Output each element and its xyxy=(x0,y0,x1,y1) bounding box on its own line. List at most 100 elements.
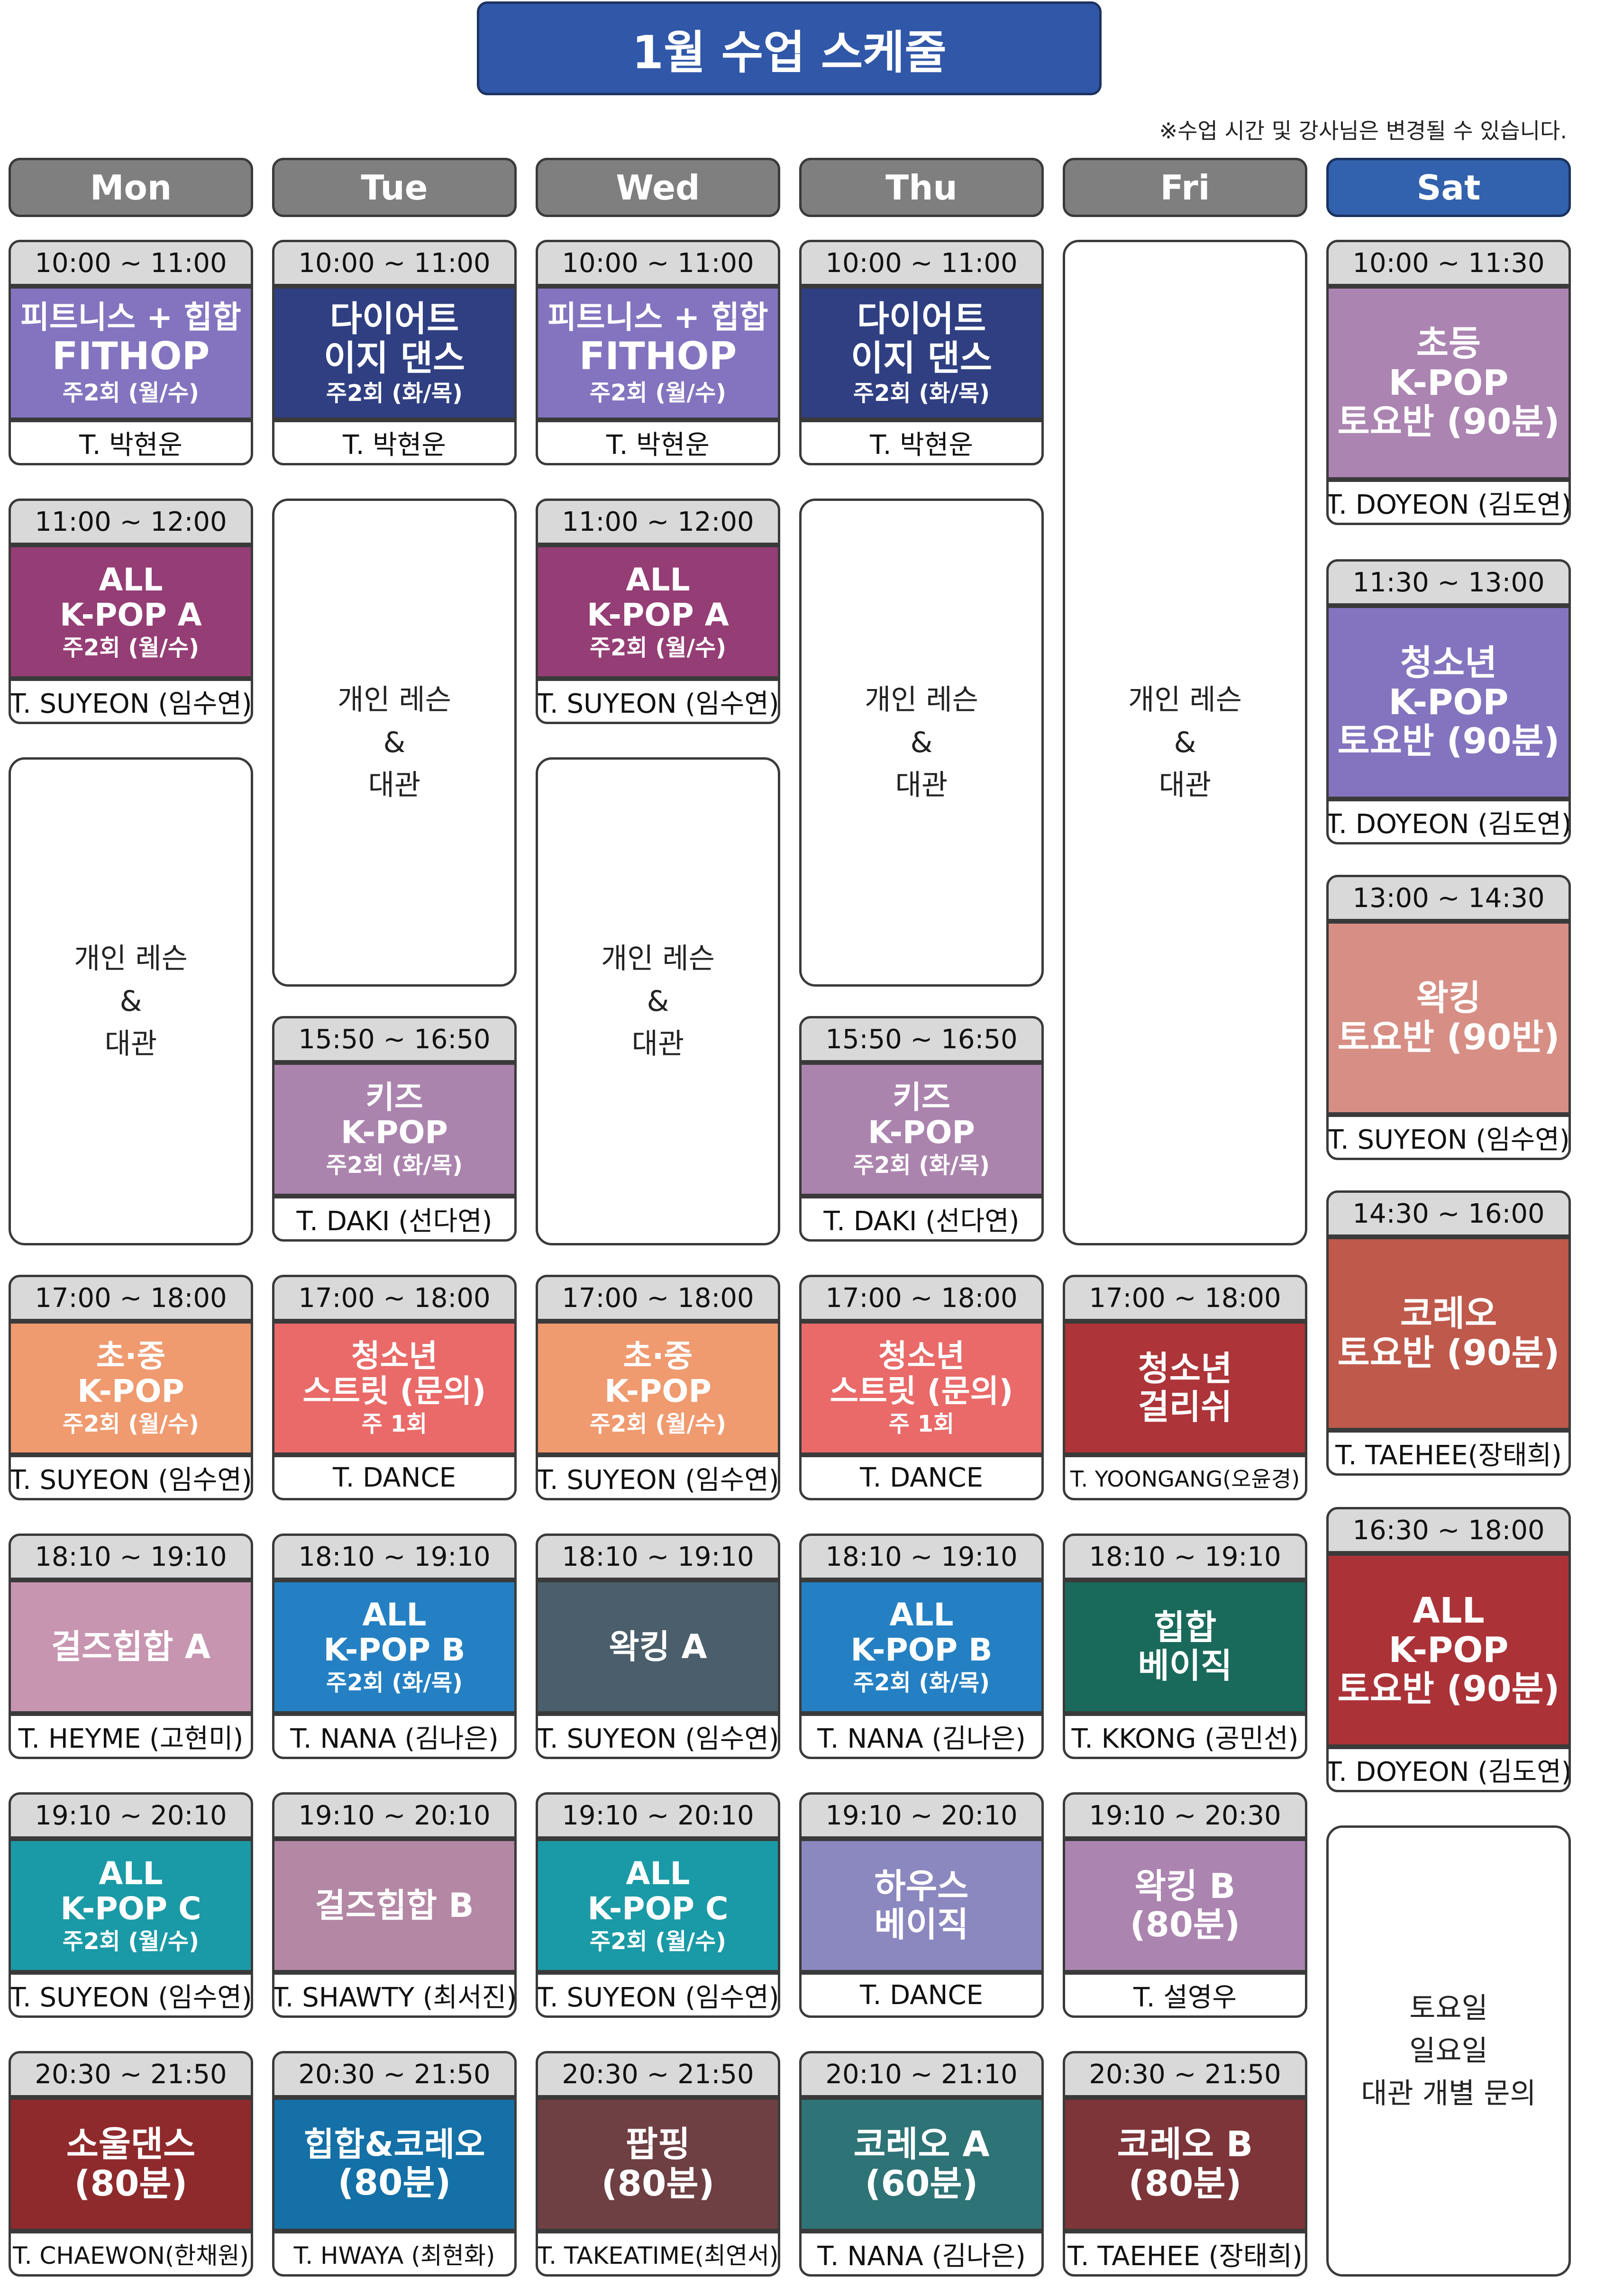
private-lesson-block: 개인 레슨 & 대관 xyxy=(536,757,780,1245)
day-header-mon: Mon xyxy=(9,158,253,217)
class-line: 하우스 xyxy=(874,1866,969,1906)
class-frequency: 주2회 (월/수) xyxy=(62,635,200,662)
class-block-fithop: 피트니스 + 힙합 FITHOP 주2회 (월/수) xyxy=(536,286,780,420)
teacher-label: T. SUYEON (임수연) xyxy=(1326,1115,1571,1160)
class-block-kpop-junior: 초·중 K-POP 주2회 (월/수) xyxy=(536,1321,780,1455)
time-slot: 18:10 ~ 19:10 xyxy=(536,1534,780,1580)
class-block-diet-easy-dance: 다이어트 이지 댄스 주2회 (화/목) xyxy=(272,286,517,420)
time-slot: 20:10 ~ 21:10 xyxy=(799,2051,1044,2097)
class-line: (80분) xyxy=(1130,1905,1240,1944)
class-block-waacking-b: 왁킹 B (80분) xyxy=(1063,1839,1307,1972)
free-line: & xyxy=(383,726,406,759)
time-slot: 17:00 ~ 18:00 xyxy=(9,1275,253,1321)
class-block-kids-kpop: 키즈 K-POP 주2회 (화/목) xyxy=(799,1062,1044,1196)
class-line: K-POP xyxy=(341,1114,448,1151)
teacher-label: T. 박현운 xyxy=(9,420,253,465)
class-line: (80분) xyxy=(74,2163,188,2204)
time-slot: 17:00 ~ 18:00 xyxy=(536,1275,780,1321)
teacher-label: T. DANCE xyxy=(272,1455,517,1500)
class-line: 토요반 (90분) xyxy=(1337,401,1560,443)
time-slot: 15:50 ~ 16:50 xyxy=(272,1016,517,1062)
day-header-tue: Tue xyxy=(272,158,517,217)
class-frequency: 주2회 (화/목) xyxy=(326,1152,463,1179)
class-line: 청소년 xyxy=(351,1338,438,1375)
class-line: 베이직 xyxy=(874,1905,969,1944)
class-line: 이지 댄스 xyxy=(850,338,993,379)
time-slot: 10:00 ~ 11:00 xyxy=(272,240,517,286)
time-slot: 17:00 ~ 18:00 xyxy=(1063,1275,1307,1321)
class-line: 코레오 xyxy=(1400,1293,1497,1334)
free-line: 개인 레슨 xyxy=(337,683,451,717)
time-slot: 11:00 ~ 12:00 xyxy=(536,499,780,545)
class-line: K-POP A xyxy=(587,597,729,634)
private-lesson-block: 개인 레슨 & 대관 xyxy=(272,499,517,987)
class-line: ALL xyxy=(362,1597,427,1634)
teacher-label: T. DOYEON (김도연) xyxy=(1326,799,1571,844)
class-line: FITHOP xyxy=(579,334,737,379)
time-slot: 11:30 ~ 13:00 xyxy=(1326,559,1571,606)
free-line: 대관 개별 문의 xyxy=(1361,2077,1536,2110)
class-line: K-POP B xyxy=(323,1632,465,1669)
free-line: 대관 xyxy=(368,769,421,802)
class-block-kpop-c: ALL K-POP C 주2회 (월/수) xyxy=(9,1839,253,1972)
free-line: & xyxy=(119,985,142,1018)
teacher-label: T. 설영우 xyxy=(1063,1972,1307,2018)
free-line: & xyxy=(647,985,669,1018)
teacher-label: T. SUYEON (임수연) xyxy=(9,1455,253,1500)
class-line: K-POP B xyxy=(850,1632,993,1669)
teacher-label: T. DAKI (선다연) xyxy=(272,1196,517,1242)
class-line: 걸즈힙합 B xyxy=(315,1886,474,1925)
class-line: 왁킹 xyxy=(1416,978,1481,1019)
class-block-waacking-sat: 왁킹 토요반 (90반) xyxy=(1326,921,1571,1115)
class-block-diet-easy-dance: 다이어트 이지 댄스 주2회 (화/목) xyxy=(799,286,1044,420)
class-frequency: 주2회 (월/수) xyxy=(589,1411,727,1438)
class-line: ALL xyxy=(626,1855,690,1892)
class-line: (60분) xyxy=(865,2163,978,2204)
class-line: ALL xyxy=(626,562,690,599)
class-block-youth-kpop: 청소년 K-POP 토요반 (90분) xyxy=(1326,606,1571,799)
class-line: (80분) xyxy=(1128,2163,1242,2204)
class-block-hiphop-basic: 힙합 베이직 xyxy=(1063,1580,1307,1714)
class-frequency: 주2회 (월/수) xyxy=(62,1928,200,1955)
class-line: 코레오 A xyxy=(853,2124,990,2165)
time-slot: 16:30 ~ 18:00 xyxy=(1326,1507,1571,1553)
class-line: 초·중 xyxy=(96,1338,166,1375)
teacher-label: T. NANA (김나은) xyxy=(272,1714,517,1759)
free-line: 대관 xyxy=(631,1027,684,1061)
teacher-label: T. SUYEON (임수연) xyxy=(536,1972,780,2018)
class-block-kpop-a: ALL K-POP A 주2회 (월/수) xyxy=(9,545,253,679)
schedule-note: ※수업 시간 및 강사님은 변경될 수 있습니다. xyxy=(1159,118,1567,144)
time-slot: 10:00 ~ 11:00 xyxy=(536,240,780,286)
class-line: 토요반 (90분) xyxy=(1337,721,1560,762)
class-line: K-POP xyxy=(604,1373,711,1410)
class-line: 토요반 (90반) xyxy=(1337,1017,1560,1058)
teacher-label: T. DOYEON (김도연) xyxy=(1326,480,1571,525)
class-line: 이지 댄스 xyxy=(323,338,465,379)
time-slot: 18:10 ~ 19:10 xyxy=(799,1534,1044,1580)
class-line: 키즈 xyxy=(365,1079,423,1116)
class-line: ALL xyxy=(99,562,163,599)
teacher-label: T. CHAEWON(한채원) xyxy=(9,2231,253,2277)
free-line: 개인 레슨 xyxy=(865,683,978,717)
free-line: 일요일 xyxy=(1409,2034,1488,2068)
class-line: K-POP xyxy=(1388,681,1509,723)
class-line: 다이어트 xyxy=(329,299,459,340)
free-line: 개인 레슨 xyxy=(601,942,715,975)
class-frequency: 주2회 (월/수) xyxy=(589,379,727,406)
class-block-kpop-a: ALL K-POP A 주2회 (월/수) xyxy=(536,545,780,679)
free-line: 대관 xyxy=(895,769,948,802)
time-slot: 20:30 ~ 21:50 xyxy=(1063,2051,1307,2097)
class-line: 초·중 xyxy=(623,1338,693,1375)
teacher-label: T. SUYEON (임수연) xyxy=(9,1972,253,2018)
class-line: (80분) xyxy=(601,2163,715,2204)
teacher-label: T. SHAWTY (최서진) xyxy=(272,1972,517,2018)
class-block-kpop-b: ALL K-POP B 주2회 (화/목) xyxy=(272,1580,517,1714)
class-line: K-POP xyxy=(1388,362,1509,403)
class-block-choreo-b: 코레오 B (80분) xyxy=(1063,2097,1307,2231)
teacher-label: T. HEYME (고현미) xyxy=(9,1714,253,1759)
class-line: 토요반 (90분) xyxy=(1337,1669,1560,1710)
class-line: ALL xyxy=(99,1855,163,1892)
time-slot: 18:10 ~ 19:10 xyxy=(272,1534,517,1580)
teacher-label: T. TAKEATIME(최연서) xyxy=(536,2231,780,2277)
time-slot: 19:10 ~ 20:10 xyxy=(799,1792,1044,1839)
